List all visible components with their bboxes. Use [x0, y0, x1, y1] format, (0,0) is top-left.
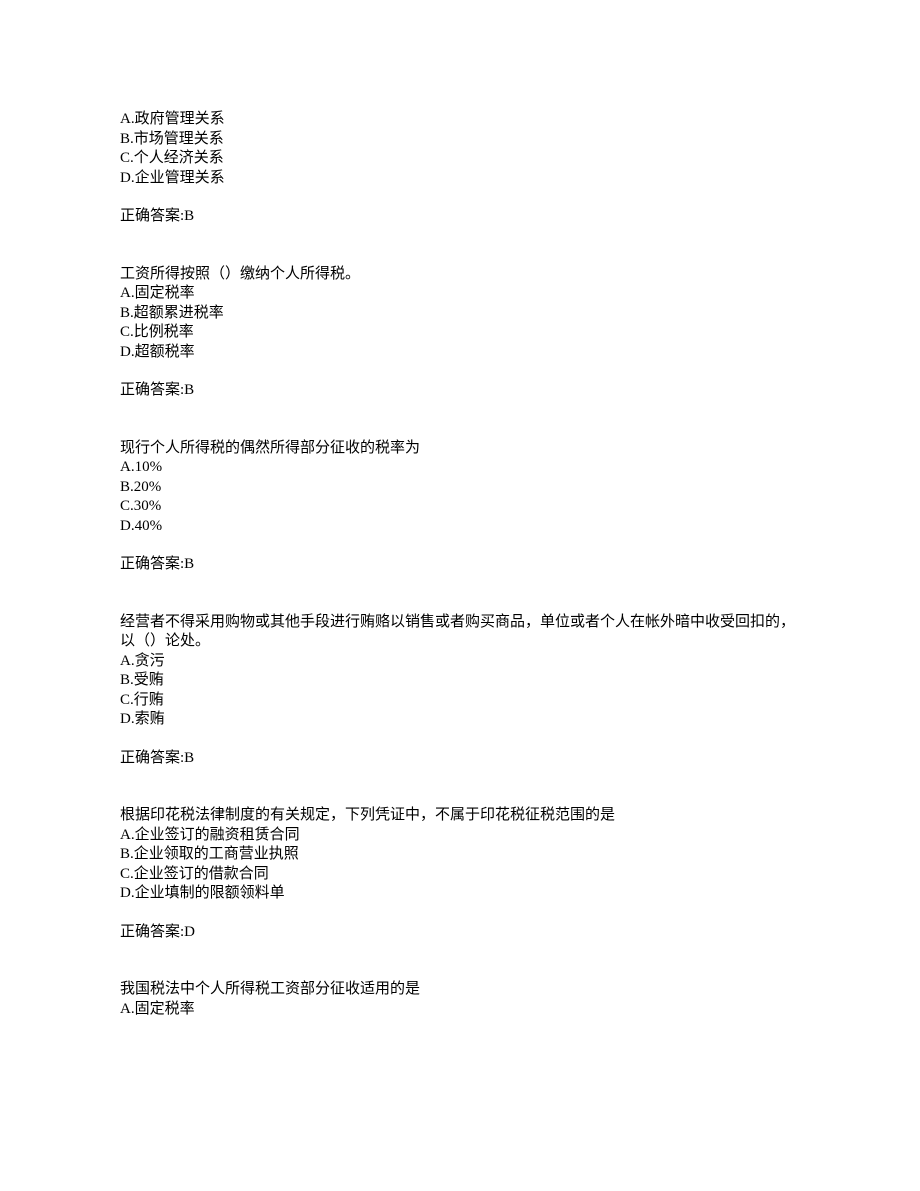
- option-text: C.企业签订的借款合同: [120, 865, 800, 885]
- question-stem: 工资所得按照（）缴纳个人所得税。: [120, 265, 800, 285]
- answer-text: 正确答案:B: [120, 381, 800, 401]
- option-text: B.市场管理关系: [120, 130, 800, 150]
- question-block: 工资所得按照（）缴纳个人所得税。 A.固定税率 B.超额累进税率 C.比例税率 …: [120, 265, 800, 401]
- question-block: A.政府管理关系 B.市场管理关系 C.个人经济关系 D.企业管理关系 正确答案…: [120, 110, 800, 227]
- option-text: C.个人经济关系: [120, 149, 800, 169]
- question-stem: 现行个人所得税的偶然所得部分征收的税率为: [120, 439, 800, 459]
- option-text: D.40%: [120, 517, 800, 537]
- option-text: C.行贿: [120, 691, 800, 711]
- answer-text: 正确答案:D: [120, 923, 800, 943]
- option-text: C.30%: [120, 497, 800, 517]
- option-text: D.索贿: [120, 710, 800, 730]
- option-text: B.企业领取的工商营业执照: [120, 845, 800, 865]
- option-text: B.20%: [120, 478, 800, 498]
- answer-text: 正确答案:B: [120, 555, 800, 575]
- option-text: D.企业管理关系: [120, 169, 800, 189]
- option-text: D.企业填制的限额领料单: [120, 884, 800, 904]
- answer-text: 正确答案:B: [120, 207, 800, 227]
- question-block: 根据印花税法律制度的有关规定，下列凭证中，不属于印花税征税范围的是 A.企业签订…: [120, 806, 800, 942]
- option-text: A.贪污: [120, 652, 800, 672]
- question-stem: 我国税法中个人所得税工资部分征收适用的是: [120, 980, 800, 1000]
- option-text: A.固定税率: [120, 284, 800, 304]
- question-block: 经营者不得采用购物或其他手段进行贿赂以销售或者购买商品，单位或者个人在帐外暗中收…: [120, 613, 800, 769]
- option-text: A.政府管理关系: [120, 110, 800, 130]
- option-text: A.10%: [120, 458, 800, 478]
- question-block: 现行个人所得税的偶然所得部分征收的税率为 A.10% B.20% C.30% D…: [120, 439, 800, 575]
- question-stem: 经营者不得采用购物或其他手段进行贿赂以销售或者购买商品，单位或者个人在帐外暗中收…: [120, 613, 800, 652]
- option-text: B.受贿: [120, 671, 800, 691]
- option-text: D.超额税率: [120, 343, 800, 363]
- question-stem: 根据印花税法律制度的有关规定，下列凭证中，不属于印花税征税范围的是: [120, 806, 800, 826]
- option-text: A.固定税率: [120, 1000, 800, 1020]
- option-text: C.比例税率: [120, 323, 800, 343]
- answer-text: 正确答案:B: [120, 749, 800, 769]
- option-text: B.超额累进税率: [120, 304, 800, 324]
- document-page: A.政府管理关系 B.市场管理关系 C.个人经济关系 D.企业管理关系 正确答案…: [0, 0, 920, 1019]
- option-text: A.企业签订的融资租赁合同: [120, 826, 800, 846]
- question-block: 我国税法中个人所得税工资部分征收适用的是 A.固定税率: [120, 980, 800, 1019]
